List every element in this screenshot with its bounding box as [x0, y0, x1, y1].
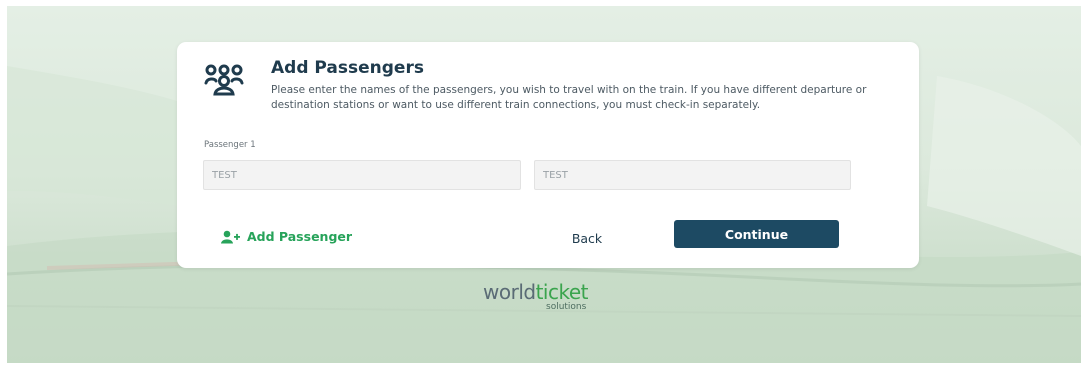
user-plus-icon — [221, 230, 240, 243]
add-passenger-label: Add Passenger — [247, 229, 353, 244]
page-title: Add Passengers — [271, 58, 424, 78]
last-name-input[interactable] — [534, 160, 851, 190]
continue-button[interactable]: Continue — [674, 220, 839, 248]
people-group-icon — [204, 64, 244, 96]
page-background: Add Passengers Please enter the names of… — [7, 6, 1081, 363]
back-button[interactable]: Back — [557, 227, 617, 249]
logo-solutions-text: solutions — [546, 302, 587, 312]
add-passenger-button[interactable]: Add Passenger — [221, 229, 352, 244]
passenger-label: Passenger 1 — [204, 140, 256, 150]
worldticket-logo: worldticket solutions — [483, 280, 623, 320]
instructions-text: Please enter the names of the passengers… — [271, 84, 867, 111]
logo-ticket-text: ticket — [535, 280, 589, 304]
add-passengers-card: Add Passengers Please enter the names of… — [177, 42, 919, 268]
logo-world-text: world — [483, 280, 536, 304]
first-name-input[interactable] — [203, 160, 521, 190]
